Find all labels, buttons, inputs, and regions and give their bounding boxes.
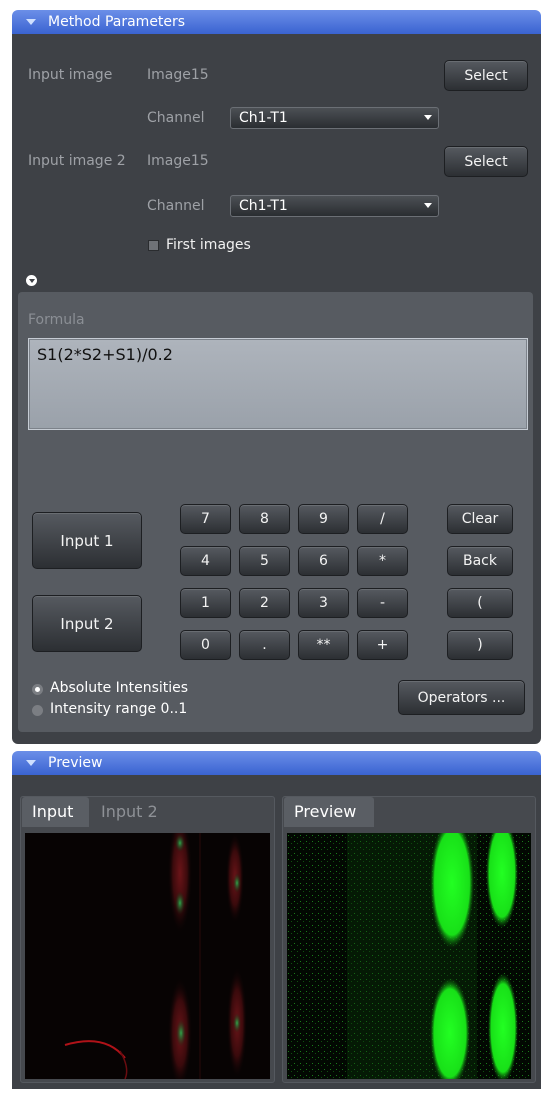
key-0-button[interactable]: 0 bbox=[180, 630, 231, 660]
dropdown-arrow-icon bbox=[424, 203, 432, 208]
input-image-2-value: Image15 bbox=[147, 153, 209, 169]
select-input-image-2-button[interactable]: Select bbox=[444, 146, 528, 177]
tab-input-2[interactable]: Input 2 bbox=[91, 797, 181, 827]
key-divide-button[interactable]: / bbox=[357, 504, 408, 534]
method-parameters-header[interactable]: Method Parameters bbox=[12, 10, 541, 34]
preview-fluorescence-image bbox=[287, 818, 531, 1088]
preview-image-view[interactable] bbox=[287, 818, 531, 1088]
collapse-triangle-icon[interactable] bbox=[26, 760, 36, 766]
tab-preview[interactable]: Preview bbox=[284, 797, 374, 827]
formula-label: Formula bbox=[28, 312, 85, 328]
input-image-label: Input image bbox=[28, 67, 113, 83]
key-4-button[interactable]: 4 bbox=[180, 546, 231, 576]
first-images-checkbox[interactable] bbox=[148, 240, 159, 251]
preview-title: Preview bbox=[48, 755, 103, 771]
formula-input[interactable]: S1(2*S2+S1)/0.2 bbox=[28, 338, 528, 430]
dropdown-arrow-icon bbox=[424, 115, 432, 120]
back-button[interactable]: Back bbox=[447, 546, 513, 576]
key-1-button[interactable]: 1 bbox=[180, 588, 231, 618]
key-5-button[interactable]: 5 bbox=[239, 546, 290, 576]
key-power-button[interactable]: ** bbox=[298, 630, 349, 660]
input-fluorescence-image bbox=[25, 813, 270, 1088]
operators-button[interactable]: Operators ... bbox=[398, 680, 525, 715]
key-2-button[interactable]: 2 bbox=[239, 588, 290, 618]
key-plus-button[interactable]: + bbox=[357, 630, 408, 660]
input-1-button[interactable]: Input 1 bbox=[32, 512, 142, 569]
channel-dropdown-1-value: Ch1-T1 bbox=[239, 110, 288, 126]
key-multiply-button[interactable]: * bbox=[357, 546, 408, 576]
open-paren-button[interactable]: ( bbox=[447, 588, 513, 618]
key-3-button[interactable]: 3 bbox=[298, 588, 349, 618]
intensity-range-radio[interactable] bbox=[32, 705, 43, 716]
preview-view-container: Preview bbox=[282, 796, 536, 1088]
preview-panel: Input Input 2 Preview bbox=[12, 775, 541, 1089]
input-image-view[interactable] bbox=[25, 813, 270, 1088]
channel-dropdown-1[interactable]: Ch1-T1 bbox=[230, 107, 439, 129]
collapse-triangle-icon[interactable] bbox=[26, 19, 36, 25]
channel-dropdown-2-value: Ch1-T1 bbox=[239, 198, 288, 214]
tab-input[interactable]: Input bbox=[22, 797, 89, 827]
input-2-button[interactable]: Input 2 bbox=[32, 595, 142, 652]
channel-label-1: Channel bbox=[147, 110, 205, 126]
clear-button[interactable]: Clear bbox=[447, 504, 513, 534]
input-view-container: Input Input 2 bbox=[20, 796, 275, 1088]
key-6-button[interactable]: 6 bbox=[298, 546, 349, 576]
key-8-button[interactable]: 8 bbox=[239, 504, 290, 534]
channel-dropdown-2[interactable]: Ch1-T1 bbox=[230, 195, 439, 217]
input-image-2-label: Input image 2 bbox=[28, 153, 126, 169]
formula-expand-icon[interactable] bbox=[26, 275, 37, 286]
key-dot-button[interactable]: . bbox=[239, 630, 290, 660]
input-image-value: Image15 bbox=[147, 67, 209, 83]
preview-header[interactable]: Preview bbox=[12, 751, 541, 775]
absolute-intensities-label: Absolute Intensities bbox=[50, 680, 189, 696]
key-7-button[interactable]: 7 bbox=[180, 504, 231, 534]
formula-panel: Formula S1(2*S2+S1)/0.2 Input 1 Input 2 … bbox=[18, 292, 533, 732]
method-parameters-panel: Input image Image15 Select Channel Ch1-T… bbox=[12, 34, 541, 744]
absolute-intensities-radio[interactable] bbox=[32, 684, 43, 695]
method-parameters-title: Method Parameters bbox=[48, 14, 186, 30]
channel-label-2: Channel bbox=[147, 198, 205, 214]
first-images-label: First images bbox=[166, 237, 251, 253]
intensity-range-label: Intensity range 0..1 bbox=[50, 701, 188, 717]
close-paren-button[interactable]: ) bbox=[447, 630, 513, 660]
key-minus-button[interactable]: - bbox=[357, 588, 408, 618]
select-input-image-button[interactable]: Select bbox=[444, 60, 528, 91]
key-9-button[interactable]: 9 bbox=[298, 504, 349, 534]
